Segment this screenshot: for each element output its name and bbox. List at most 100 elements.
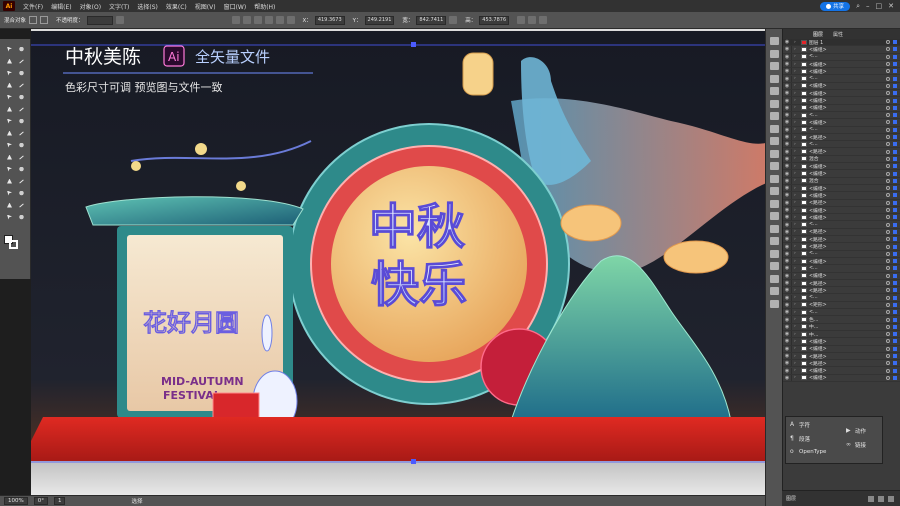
lock-column[interactable] — [791, 68, 792, 75]
tab-layers[interactable]: 图层 — [813, 31, 823, 38]
align-right-icon[interactable] — [253, 16, 262, 24]
target-circle-icon[interactable] — [886, 91, 890, 96]
selection-indicator[interactable] — [893, 135, 897, 140]
lock-column[interactable] — [791, 228, 792, 236]
target-circle-icon[interactable] — [886, 120, 890, 125]
transform-icon[interactable] — [770, 287, 779, 295]
target-circle-icon[interactable] — [886, 178, 890, 183]
lock-column[interactable] — [791, 294, 792, 301]
selection-indicator[interactable] — [893, 317, 897, 322]
selection-indicator[interactable] — [893, 62, 897, 67]
target-circle-icon[interactable] — [886, 208, 890, 213]
visibility-eye-icon[interactable]: ◉ — [783, 244, 791, 250]
target-circle-icon[interactable] — [886, 237, 890, 242]
lock-column[interactable] — [791, 112, 792, 119]
align-top-icon[interactable] — [264, 16, 273, 24]
layer-row[interactable]: ◉ › <矩形> — [783, 301, 900, 310]
recolor-icon[interactable] — [115, 16, 124, 24]
fill-stroke-swatches[interactable] — [4, 235, 26, 249]
stroke-swatch[interactable] — [40, 16, 49, 24]
free-transform-tool-icon[interactable] — [5, 141, 14, 149]
scale-tool-icon[interactable] — [5, 129, 14, 137]
lock-column[interactable] — [791, 272, 792, 279]
selection-indicator[interactable] — [893, 69, 897, 74]
lock-column[interactable] — [791, 39, 792, 46]
lock-column[interactable] — [791, 163, 792, 170]
target-circle-icon[interactable] — [886, 346, 890, 351]
lock-column[interactable] — [791, 323, 792, 330]
target-circle-icon[interactable] — [886, 259, 890, 264]
lock-column[interactable] — [791, 82, 792, 90]
expand-chevron-icon[interactable]: › — [794, 324, 799, 329]
visibility-eye-icon[interactable]: ◉ — [783, 178, 791, 184]
perspective-tool-icon[interactable] — [5, 153, 14, 161]
swatches-icon[interactable] — [770, 87, 779, 95]
selection-indicator[interactable] — [893, 47, 897, 52]
target-circle-icon[interactable] — [886, 288, 890, 293]
visibility-eye-icon[interactable]: ◉ — [783, 229, 791, 235]
canvas[interactable]: 中秋美陈 Ai 全矢量文件 色彩尺寸可调 预览图与文件一致 中秋 快乐 花好月圆… — [31, 29, 765, 495]
visibility-eye-icon[interactable]: ◉ — [783, 265, 791, 271]
target-circle-icon[interactable] — [886, 317, 890, 322]
visibility-eye-icon[interactable]: ◉ — [783, 39, 791, 45]
expand-chevron-icon[interactable]: › — [794, 127, 799, 132]
libraries-icon[interactable] — [770, 49, 779, 58]
align-icon[interactable] — [770, 274, 779, 283]
selection-tool-icon[interactable] — [5, 45, 14, 53]
visibility-eye-icon[interactable]: ◉ — [783, 346, 791, 352]
target-circle-icon[interactable] — [886, 193, 890, 198]
type-tool-icon[interactable] — [5, 81, 14, 89]
visibility-eye-icon[interactable]: ◉ — [783, 353, 791, 359]
lock-column[interactable] — [791, 104, 792, 111]
selection-indicator[interactable] — [893, 259, 897, 264]
layer-row[interactable]: ◉ › <编组> — [783, 214, 900, 222]
eraser-tool-icon[interactable] — [5, 117, 14, 125]
visibility-eye-icon[interactable]: ◉ — [783, 185, 791, 191]
expand-chevron-icon[interactable]: › — [794, 346, 799, 351]
visibility-eye-icon[interactable]: ◉ — [783, 295, 791, 301]
menu-help[interactable]: 帮助(H) — [250, 2, 279, 11]
links-item[interactable]: ∞ 链接 — [846, 441, 866, 450]
transparency-icon[interactable] — [770, 149, 779, 158]
selection-indicator[interactable] — [893, 105, 897, 110]
lock-column[interactable] — [791, 352, 792, 360]
selection-indicator[interactable] — [893, 171, 897, 176]
links-icon[interactable] — [770, 224, 779, 233]
expand-chevron-icon[interactable]: › — [794, 244, 799, 249]
expand-chevron-icon[interactable]: › — [794, 375, 799, 380]
character-item[interactable]: A 字符 — [790, 421, 810, 430]
expand-chevron-icon[interactable]: › — [794, 40, 799, 45]
align-bottom-icon[interactable] — [286, 16, 295, 24]
expand-chevron-icon[interactable]: › — [794, 98, 799, 103]
target-circle-icon[interactable] — [886, 324, 890, 329]
target-circle-icon[interactable] — [886, 295, 890, 300]
visibility-eye-icon[interactable]: ◉ — [783, 149, 791, 155]
selection-indicator[interactable] — [893, 156, 897, 161]
lock-column[interactable] — [791, 177, 792, 184]
selection-indicator[interactable] — [893, 127, 897, 132]
visibility-eye-icon[interactable]: ◉ — [783, 119, 791, 125]
expand-chevron-icon[interactable]: › — [794, 83, 799, 88]
selection-indicator[interactable] — [893, 354, 897, 359]
expand-chevron-icon[interactable]: › — [794, 273, 799, 278]
visibility-eye-icon[interactable]: ◉ — [783, 46, 791, 52]
visibility-eye-icon[interactable]: ◉ — [783, 163, 791, 169]
expand-chevron-icon[interactable]: › — [794, 171, 799, 176]
pathfinder-icon[interactable] — [770, 299, 779, 308]
symbols-icon[interactable] — [770, 112, 779, 120]
lock-column[interactable] — [791, 170, 792, 177]
lock-column[interactable] — [791, 360, 792, 367]
lock-column[interactable] — [791, 367, 792, 374]
color-guide-icon[interactable] — [770, 74, 779, 83]
lock-column[interactable] — [791, 301, 792, 309]
expand-chevron-icon[interactable]: › — [794, 135, 799, 140]
opacity-field[interactable] — [86, 15, 113, 25]
target-circle-icon[interactable] — [886, 244, 890, 249]
transform-icon[interactable] — [517, 16, 526, 24]
selection-indicator[interactable] — [893, 273, 897, 278]
x-field[interactable]: 419.3673 — [314, 15, 345, 25]
slice-tool-icon[interactable] — [5, 201, 14, 209]
y-field[interactable]: 249.2191 — [364, 15, 395, 25]
selection-indicator[interactable] — [893, 164, 897, 169]
visibility-eye-icon[interactable]: ◉ — [783, 338, 791, 344]
